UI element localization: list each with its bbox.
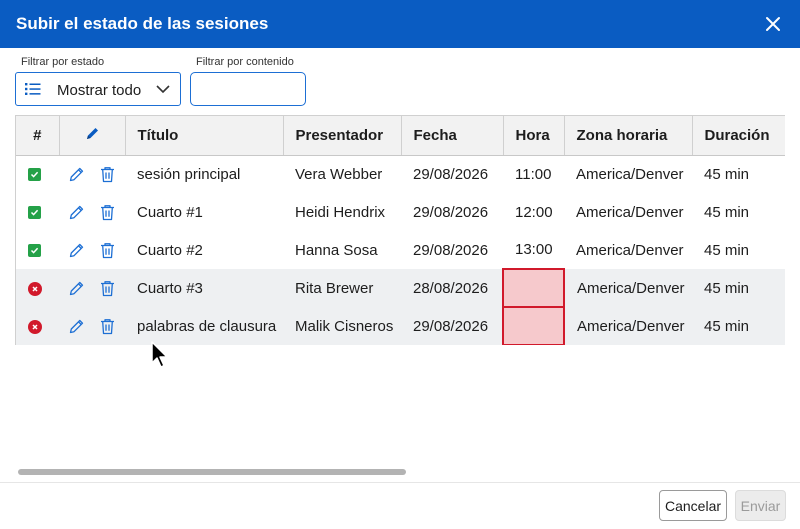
table-row[interactable]: Cuarto #3 Rita Brewer 28/08/2026 America/De… [16, 268, 785, 308]
cell-date[interactable]: 29/08/2026 [401, 231, 503, 269]
cell-title[interactable]: Cuarto #2 [125, 231, 283, 269]
trash-icon[interactable] [91, 318, 125, 335]
cell-duration[interactable]: 45 min [692, 269, 785, 307]
cell-date[interactable]: 28/08/2026 [401, 269, 503, 307]
row-status-cell [16, 231, 59, 269]
scrollbar-thumb[interactable] [18, 469, 406, 475]
row-actions-cell [59, 155, 125, 193]
cell-title[interactable]: Cuarto #3 [125, 269, 283, 307]
col-header-num[interactable]: # [16, 116, 60, 156]
table-row[interactable]: sesión principal Vera Webber 29/08/2026 11:… [16, 155, 785, 193]
table-row[interactable]: palabras de clausura Malik Cisneros 29/08/… [16, 306, 785, 345]
table-row[interactable]: Cuarto #1 Heidi Hendrix 29/08/2026 12:00 Ame… [16, 193, 785, 231]
dialog-header: Subir el estado de las sesiones [0, 0, 800, 48]
cell-time[interactable] [502, 306, 565, 345]
cell-timezone[interactable]: America/Denver [564, 155, 692, 193]
cell-time[interactable] [502, 268, 565, 308]
row-actions-cell [59, 269, 125, 307]
horizontal-scrollbar[interactable] [15, 467, 785, 477]
col-header-time[interactable]: Hora [503, 116, 565, 156]
pencil-icon[interactable] [62, 166, 91, 183]
cell-date[interactable]: 29/08/2026 [401, 155, 503, 193]
col-header-presenter[interactable]: Presentador [283, 116, 402, 156]
pencil-icon[interactable] [62, 280, 91, 297]
trash-icon[interactable] [91, 166, 125, 183]
content-filter-label: Filtrar por contenido [196, 56, 294, 68]
row-status-cell [16, 155, 59, 193]
pencil-icon[interactable] [62, 242, 91, 259]
cancel-button[interactable]: Cancelar [659, 490, 727, 521]
status-filter-select[interactable]: Mostrar todo [15, 72, 181, 106]
cell-timezone[interactable]: America/Denver [564, 269, 692, 307]
mouse-cursor-icon [151, 341, 168, 368]
cell-title[interactable]: sesión principal [125, 155, 283, 193]
trash-icon[interactable] [91, 242, 125, 259]
error-x-icon [28, 281, 42, 296]
cell-presenter[interactable]: Hanna Sosa [283, 231, 401, 269]
cell-duration[interactable]: 45 min [692, 231, 785, 269]
check-icon [28, 168, 41, 182]
trash-icon[interactable] [91, 204, 125, 221]
status-filter-label: Filtrar por estado [21, 56, 105, 68]
cell-timezone[interactable]: America/Denver [564, 307, 692, 345]
table-header-row: # Título Presentador Fecha Hora Zona hor… [16, 116, 785, 156]
row-status-cell [16, 307, 59, 345]
cell-time[interactable]: 12:00 [503, 193, 564, 231]
cell-time[interactable]: 13:00 [503, 231, 564, 269]
content-filter-input[interactable] [190, 72, 306, 106]
send-button[interactable]: Enviar [735, 490, 786, 521]
cell-title[interactable]: palabras de clausura [125, 307, 283, 345]
row-status-cell [16, 269, 59, 307]
cell-date[interactable]: 29/08/2026 [401, 193, 503, 231]
filters-bar: Filtrar por estado Mostrar todo Filtrar … [0, 48, 800, 114]
row-actions-cell [59, 231, 125, 269]
dialog-title: Subir el estado de las sesiones [16, 14, 269, 33]
upload-status-dialog: Subir el estado de las sesiones Filtrar … [0, 0, 800, 529]
check-icon [28, 244, 41, 258]
trash-icon[interactable] [91, 280, 125, 297]
chevron-down-icon [156, 85, 170, 94]
close-icon[interactable] [762, 13, 784, 35]
cell-duration[interactable]: 45 min [692, 193, 785, 231]
col-header-title[interactable]: Título [125, 116, 284, 156]
error-x-icon [28, 319, 42, 334]
sessions-table: # Título Presentador Fecha Hora Zona hor… [15, 115, 785, 345]
cell-timezone[interactable]: America/Denver [564, 193, 692, 231]
cell-time[interactable]: 11:00 [503, 155, 564, 193]
cell-presenter[interactable]: Rita Brewer [283, 269, 401, 307]
check-icon [28, 206, 41, 220]
col-header-actions [59, 116, 126, 156]
cell-timezone[interactable]: America/Denver [564, 231, 692, 269]
row-status-cell [16, 193, 59, 231]
dialog-footer: Cancelar Enviar [0, 482, 800, 529]
cell-presenter[interactable]: Vera Webber [283, 155, 401, 193]
pencil-icon[interactable] [62, 318, 91, 335]
cell-title[interactable]: Cuarto #1 [125, 193, 283, 231]
row-actions-cell [59, 307, 125, 345]
row-actions-cell [59, 193, 125, 231]
table-row[interactable]: Cuarto #2 Hanna Sosa 29/08/2026 13:00 Americ… [16, 231, 785, 269]
cell-presenter[interactable]: Heidi Hendrix [283, 193, 401, 231]
col-header-date[interactable]: Fecha [401, 116, 504, 156]
col-header-duration[interactable]: Duración [692, 116, 785, 156]
status-filter-value: Mostrar todo [57, 82, 142, 99]
cell-presenter[interactable]: Malik Cisneros [283, 307, 401, 345]
list-icon [25, 83, 41, 95]
cell-date[interactable]: 29/08/2026 [401, 307, 503, 345]
cell-duration[interactable]: 45 min [692, 155, 785, 193]
pencil-icon [86, 127, 98, 139]
pencil-icon[interactable] [62, 204, 91, 221]
cell-duration[interactable]: 45 min [692, 307, 785, 345]
col-header-timezone[interactable]: Zona horaria [564, 116, 693, 156]
